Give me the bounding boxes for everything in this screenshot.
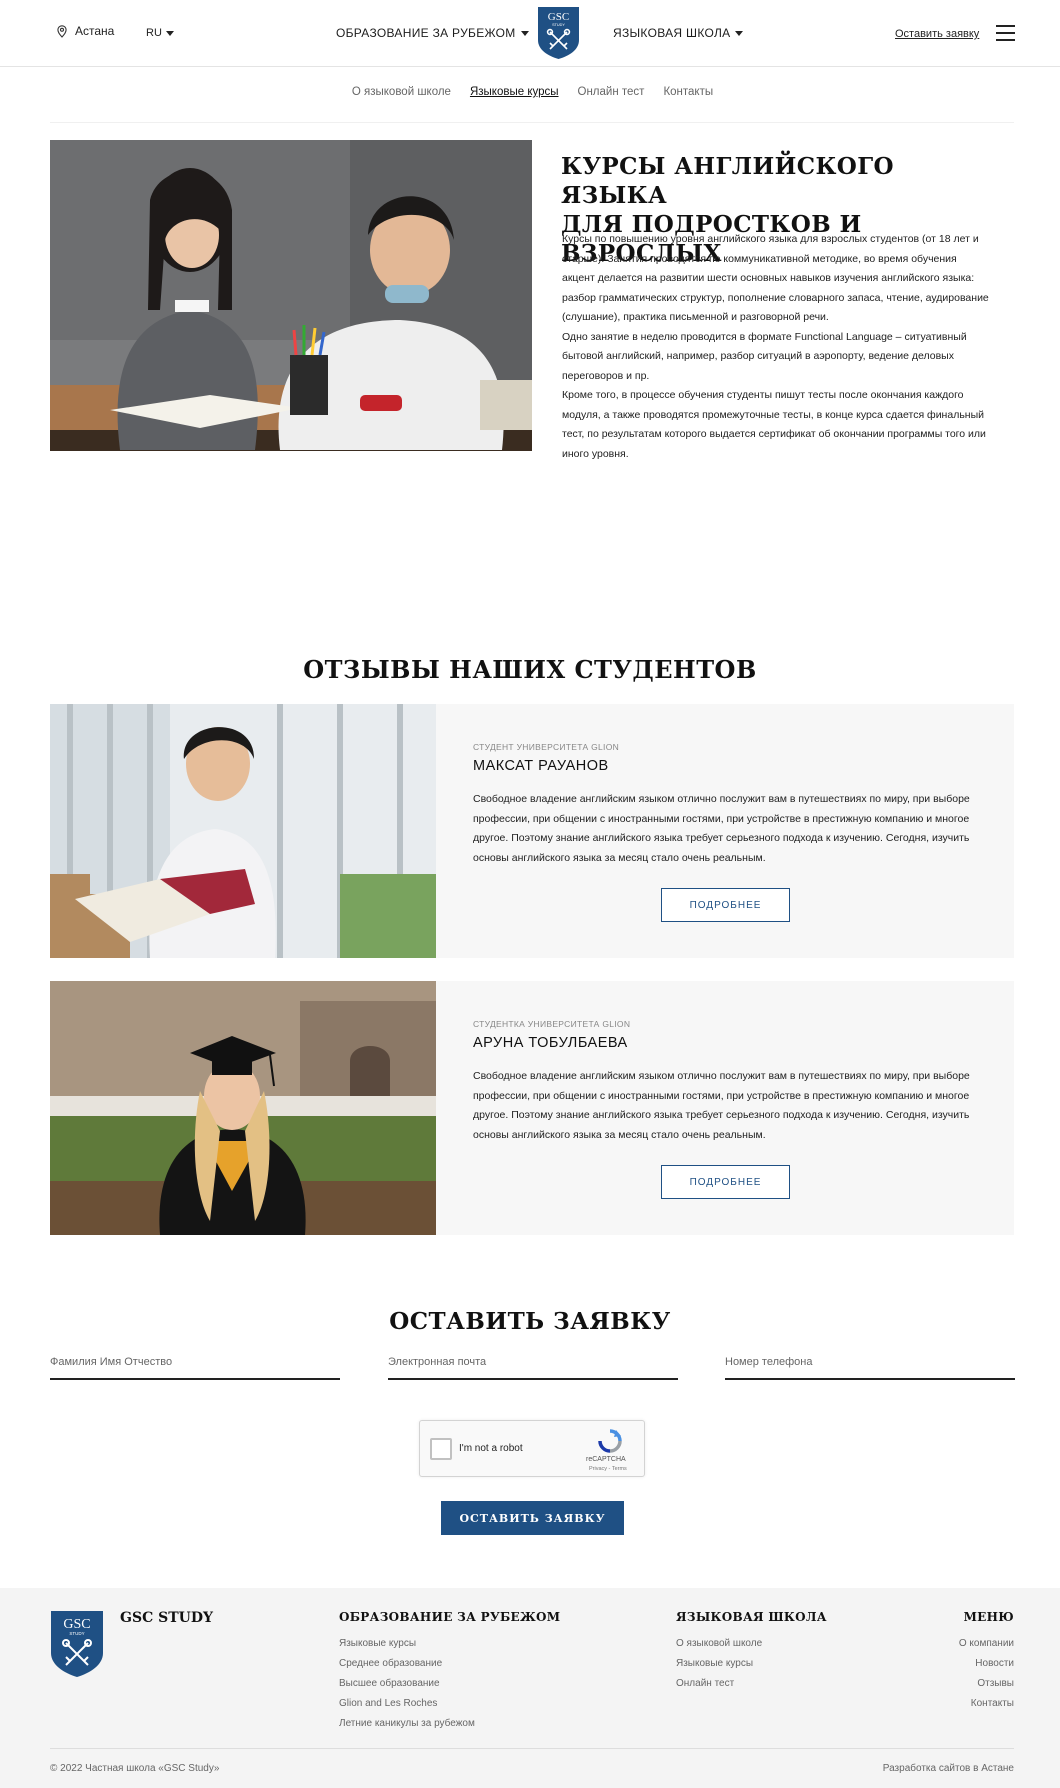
gsc-footer-logo[interactable]: GSC STUDY <box>50 1610 104 1678</box>
nav-school-label: ЯЗЫКОВАЯ ШКОЛА <box>613 26 731 40</box>
students-studying-photo <box>50 140 532 451</box>
email-field[interactable]: Электронная почта <box>388 1350 678 1380</box>
recaptcha-checkbox[interactable] <box>430 1438 452 1460</box>
footer-link[interactable]: Новости <box>959 1654 1014 1674</box>
caret-down-icon <box>165 30 174 36</box>
footer-col-title: МЕНЮ <box>963 1610 1014 1624</box>
city-label: Астана <box>75 24 115 38</box>
footer-col-school: ЯЗЫКОВАЯ ШКОЛА О языковой школе Языковые… <box>676 1610 827 1694</box>
nav-abroad-label: ОБРАЗОВАНИЕ ЗА РУБЕЖОМ <box>336 26 516 40</box>
review-role: СТУДЕНТКА УНИВЕРСИТЕТА GLION <box>473 1019 631 1029</box>
submit-request-button[interactable]: ОСТАВИТЬ ЗАЯВКУ <box>441 1501 624 1535</box>
more-button[interactable]: ПОДРОБНЕЕ <box>661 888 790 922</box>
footer-link[interactable]: Высшее образование <box>339 1674 560 1694</box>
review-card: СТУДЕНТКА УНИВЕРСИТЕТА GLION АРУНА ТОБУЛ… <box>50 981 1014 1235</box>
divider <box>50 1748 1014 1749</box>
leave-request-link[interactable]: Оставить заявку <box>895 28 979 40</box>
footer-link[interactable]: Среднее образование <box>339 1654 560 1674</box>
footer-link[interactable]: Языковые курсы <box>676 1654 827 1674</box>
review-text: Свободное владение английским языком отл… <box>473 793 970 864</box>
review-name: МАКСАТ РАУАНОВ <box>473 758 609 774</box>
footer-link[interactable]: О компании <box>959 1634 1014 1654</box>
subnav-language-courses[interactable]: Языковые курсы <box>470 86 559 98</box>
more-button[interactable]: ПОДРОБНЕЕ <box>661 1165 790 1199</box>
recaptcha-widget: I'm not a robot reCAPTCHA Privacy - Term… <box>419 1420 645 1477</box>
recaptcha-label: I'm not a robot <box>459 1443 523 1454</box>
recaptcha-brand: reCAPTCHA <box>586 1456 626 1463</box>
site-header: Астана RU ОБРАЗОВАНИЕ ЗА РУБЕЖОМ GSC STU… <box>0 0 1060 67</box>
hamburger-menu-icon[interactable] <box>996 25 1015 41</box>
gsc-logo[interactable]: GSC STUDY <box>537 6 580 60</box>
footer-col-title: ОБРАЗОВАНИЕ ЗА РУБЕЖОМ <box>339 1610 561 1624</box>
footer-link[interactable]: Онлайн тест <box>676 1674 827 1694</box>
footer-col-menu: МЕНЮ О компании Новости Отзывы Контакты <box>959 1610 1014 1714</box>
subnav-contacts[interactable]: Контакты <box>663 86 713 98</box>
copyright-text: © 2022 Частная школа «GSC Study» <box>50 1763 220 1774</box>
site-footer: GSC STUDY GSC STUDY ОБРАЗОВАНИЕ ЗА РУБЕЖ… <box>0 1588 1060 1788</box>
divider <box>50 122 1014 123</box>
description-paragraph: Курсы по повышению уровня английского яз… <box>562 233 989 323</box>
phone-field[interactable]: Номер телефона <box>725 1350 1015 1380</box>
review-name: АРУНА ТОБУЛБАЕВА <box>473 1035 628 1051</box>
fullname-field[interactable]: Фамилия Имя Отчество <box>50 1350 340 1380</box>
developer-link[interactable]: Разработка сайтов в Астане <box>883 1763 1014 1774</box>
svg-text:STUDY: STUDY <box>552 23 565 27</box>
caret-down-icon <box>520 30 529 36</box>
nav-language-school[interactable]: ЯЗЫКОВАЯ ШКОЛА <box>613 26 744 40</box>
footer-link[interactable]: О языковой школе <box>676 1634 827 1654</box>
reviews-heading: ОТЗЫВЫ НАШИХ СТУДЕНТОВ <box>303 655 757 684</box>
review-card: СТУДЕНТ УНИВЕРСИТЕТА GLION МАКСАТ РАУАНО… <box>50 704 1014 958</box>
svg-text:GSC: GSC <box>548 11 569 23</box>
student-photo <box>50 704 436 958</box>
footer-link[interactable]: Контакты <box>959 1694 1014 1714</box>
caret-down-icon <box>735 30 744 36</box>
school-subnav: О языковой школе Языковые курсы Онлайн т… <box>0 86 1060 98</box>
subnav-about-school[interactable]: О языковой школе <box>352 86 451 98</box>
language-label: RU <box>146 27 162 39</box>
recaptcha-terms-link[interactable]: Privacy - Terms <box>589 1466 627 1472</box>
recaptcha-icon <box>598 1429 622 1453</box>
footer-col-title: ЯЗЫКОВАЯ ШКОЛА <box>676 1610 827 1624</box>
svg-text:GSC: GSC <box>63 1617 90 1632</box>
location-pin-icon <box>57 24 67 38</box>
footer-link[interactable]: Отзывы <box>959 1674 1014 1694</box>
student-photo <box>50 981 436 1235</box>
footer-brand: GSC STUDY <box>120 1610 213 1626</box>
subnav-online-test[interactable]: Онлайн тест <box>578 86 645 98</box>
page-title-line1: КУРСЫ АНГЛИЙСКОГО ЯЗЫКА <box>561 153 894 209</box>
footer-link[interactable]: Glion and Les Roches <box>339 1694 560 1714</box>
nav-abroad-education[interactable]: ОБРАЗОВАНИЕ ЗА РУБЕЖОМ <box>336 26 529 40</box>
footer-link[interactable]: Летние каникулы за рубежом <box>339 1714 560 1734</box>
footer-link[interactable]: Языковые курсы <box>339 1634 560 1654</box>
review-text: Свободное владение английским языком отл… <box>473 1070 970 1141</box>
footer-col-abroad: ОБРАЗОВАНИЕ ЗА РУБЕЖОМ Языковые курсы Ср… <box>339 1610 560 1734</box>
svg-text:STUDY: STUDY <box>69 1631 84 1636</box>
request-form-heading: ОСТАВИТЬ ЗАЯВКУ <box>389 1308 671 1335</box>
description-paragraph: Одно занятие в неделю проводится в форма… <box>562 330 967 382</box>
description-paragraph: Кроме того, в процессе обучения студенты… <box>562 389 986 460</box>
language-selector[interactable]: RU <box>146 27 174 39</box>
review-role: СТУДЕНТ УНИВЕРСИТЕТА GLION <box>473 742 620 752</box>
course-description: Курсы по повышению уровня английского яз… <box>562 230 992 464</box>
city-selector[interactable]: Астана <box>57 24 114 38</box>
